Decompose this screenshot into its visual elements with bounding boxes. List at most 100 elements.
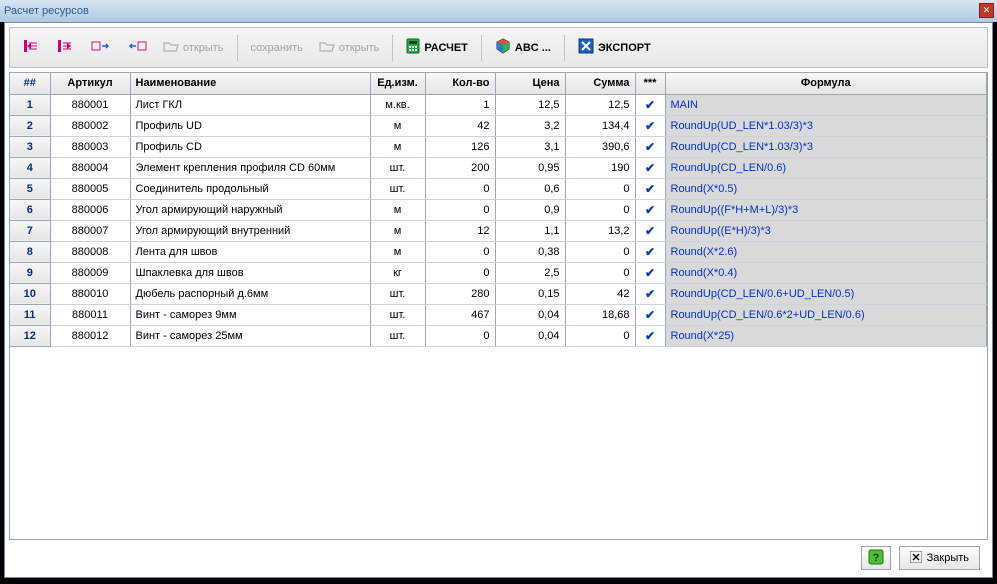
help-button[interactable]: ? xyxy=(861,546,891,570)
cell-price[interactable]: 3,2 xyxy=(495,115,565,136)
cell-name[interactable]: Лента для швов xyxy=(130,241,370,262)
cell-article[interactable]: 880009 xyxy=(50,262,130,283)
cell-article[interactable]: 880003 xyxy=(50,136,130,157)
cell-check[interactable]: ✔ xyxy=(635,220,665,241)
table-row[interactable]: 5880005Соединитель продольныйшт.00,60✔Ro… xyxy=(10,178,987,199)
cell-check[interactable]: ✔ xyxy=(635,241,665,262)
tb-open-1[interactable]: открыть xyxy=(156,33,231,63)
cell-formula[interactable]: Round(X*25) xyxy=(665,325,987,346)
cell-qty[interactable]: 467 xyxy=(425,304,495,325)
cell-unit[interactable]: шт. xyxy=(370,157,425,178)
col-header-price[interactable]: Цена xyxy=(495,73,565,94)
cell-article[interactable]: 880006 xyxy=(50,199,130,220)
tb-abc[interactable]: ABC ... xyxy=(488,33,558,63)
cell-formula[interactable]: MAIN xyxy=(665,94,987,115)
cell-price[interactable]: 0,38 xyxy=(495,241,565,262)
cell-unit[interactable]: м xyxy=(370,136,425,157)
col-header-article[interactable]: Артикул xyxy=(50,73,130,94)
cell-article[interactable]: 880011 xyxy=(50,304,130,325)
cell-qty[interactable]: 126 xyxy=(425,136,495,157)
cell-article[interactable]: 880001 xyxy=(50,94,130,115)
cell-check[interactable]: ✔ xyxy=(635,283,665,304)
cell-formula[interactable]: RoundUp((F*H+M+L)/3)*3 xyxy=(665,199,987,220)
cell-unit[interactable]: м.кв. xyxy=(370,94,425,115)
cell-qty[interactable]: 42 xyxy=(425,115,495,136)
close-button[interactable]: Закрыть xyxy=(899,546,980,570)
cell-article[interactable]: 880007 xyxy=(50,220,130,241)
cell-formula[interactable]: RoundUp(CD_LEN/0.6+UD_LEN/0.5) xyxy=(665,283,987,304)
cell-qty[interactable]: 0 xyxy=(425,178,495,199)
cell-formula[interactable]: Round(X*2.6) xyxy=(665,241,987,262)
cell-qty[interactable]: 12 xyxy=(425,220,495,241)
cell-unit[interactable]: м xyxy=(370,199,425,220)
tb-arrow-right[interactable] xyxy=(50,33,82,63)
cell-unit[interactable]: м xyxy=(370,220,425,241)
table-row[interactable]: 1880001Лист ГКЛм.кв.112,512,5✔MAIN xyxy=(10,94,987,115)
cell-check[interactable]: ✔ xyxy=(635,262,665,283)
cell-check[interactable]: ✔ xyxy=(635,304,665,325)
cell-name[interactable]: Профиль UD xyxy=(130,115,370,136)
cell-name[interactable]: Профиль CD xyxy=(130,136,370,157)
cell-sum[interactable]: 390,6 xyxy=(565,136,635,157)
cell-check[interactable]: ✔ xyxy=(635,157,665,178)
tb-export[interactable]: ЭКСПОРТ xyxy=(571,33,658,63)
cell-price[interactable]: 0,95 xyxy=(495,157,565,178)
cell-price[interactable]: 0,15 xyxy=(495,283,565,304)
cell-name[interactable]: Винт - саморез 9мм xyxy=(130,304,370,325)
cell-name[interactable]: Дюбель распорный д.6мм xyxy=(130,283,370,304)
cell-sum[interactable]: 190 xyxy=(565,157,635,178)
cell-price[interactable]: 0,9 xyxy=(495,199,565,220)
table-row[interactable]: 2880002Профиль UDм423,2134,4✔RoundUp(UD_… xyxy=(10,115,987,136)
tb-arrow-left[interactable] xyxy=(16,33,48,63)
col-header-name[interactable]: Наименование xyxy=(130,73,370,94)
table-row[interactable]: 6880006Угол армирующий наружныйм00,90✔Ro… xyxy=(10,199,987,220)
cell-sum[interactable]: 18,68 xyxy=(565,304,635,325)
cell-name[interactable]: Угол армирующий внутренний xyxy=(130,220,370,241)
table-row[interactable]: 3880003Профиль CDм1263,1390,6✔RoundUp(CD… xyxy=(10,136,987,157)
cell-unit[interactable]: кг xyxy=(370,262,425,283)
cell-name[interactable]: Соединитель продольный xyxy=(130,178,370,199)
cell-price[interactable]: 1,1 xyxy=(495,220,565,241)
data-grid[interactable]: ## Артикул Наименование Ед.изм. Кол-во Ц… xyxy=(9,72,988,540)
cell-sum[interactable]: 42 xyxy=(565,283,635,304)
cell-unit[interactable]: шт. xyxy=(370,304,425,325)
cell-formula[interactable]: RoundUp(CD_LEN/0.6*2+UD_LEN/0.6) xyxy=(665,304,987,325)
cell-check[interactable]: ✔ xyxy=(635,325,665,346)
cell-check[interactable]: ✔ xyxy=(635,115,665,136)
cell-price[interactable]: 0,04 xyxy=(495,325,565,346)
table-row[interactable]: 12880012Винт - саморез 25ммшт.00,040✔Rou… xyxy=(10,325,987,346)
cell-sum[interactable]: 13,2 xyxy=(565,220,635,241)
cell-name[interactable]: Угол армирующий наружный xyxy=(130,199,370,220)
cell-qty[interactable]: 0 xyxy=(425,325,495,346)
table-row[interactable]: 8880008Лента для швовм00,380✔Round(X*2.6… xyxy=(10,241,987,262)
cell-price[interactable]: 0,04 xyxy=(495,304,565,325)
tb-calc[interactable]: РАСЧЕТ xyxy=(399,33,475,63)
tb-open-2[interactable]: открыть xyxy=(312,33,387,63)
cell-formula[interactable]: Round(X*0.5) xyxy=(665,178,987,199)
table-row[interactable]: 11880011Винт - саморез 9ммшт.4670,0418,6… xyxy=(10,304,987,325)
cell-qty[interactable]: 0 xyxy=(425,199,495,220)
cell-formula[interactable]: RoundUp(CD_LEN/0.6) xyxy=(665,157,987,178)
cell-formula[interactable]: RoundUp(UD_LEN*1.03/3)*3 xyxy=(665,115,987,136)
cell-check[interactable]: ✔ xyxy=(635,136,665,157)
col-header-qty[interactable]: Кол-во xyxy=(425,73,495,94)
cell-price[interactable]: 3,1 xyxy=(495,136,565,157)
cell-article[interactable]: 880004 xyxy=(50,157,130,178)
tb-align-right[interactable] xyxy=(120,33,154,63)
col-header-sum[interactable]: Сумма xyxy=(565,73,635,94)
cell-sum[interactable]: 0 xyxy=(565,325,635,346)
window-close-button[interactable]: ✕ xyxy=(979,3,994,18)
cell-sum[interactable]: 0 xyxy=(565,199,635,220)
cell-sum[interactable]: 0 xyxy=(565,241,635,262)
cell-sum[interactable]: 0 xyxy=(565,178,635,199)
col-header-num[interactable]: ## xyxy=(10,73,50,94)
table-row[interactable]: 9880009Шпаклевка для швовкг02,50✔Round(X… xyxy=(10,262,987,283)
cell-name[interactable]: Шпаклевка для швов xyxy=(130,262,370,283)
cell-formula[interactable]: RoundUp(CD_LEN*1.03/3)*3 xyxy=(665,136,987,157)
cell-check[interactable]: ✔ xyxy=(635,178,665,199)
cell-unit[interactable]: шт. xyxy=(370,325,425,346)
cell-qty[interactable]: 280 xyxy=(425,283,495,304)
cell-unit[interactable]: м xyxy=(370,241,425,262)
col-header-check[interactable]: *** xyxy=(635,73,665,94)
cell-unit[interactable]: м xyxy=(370,115,425,136)
